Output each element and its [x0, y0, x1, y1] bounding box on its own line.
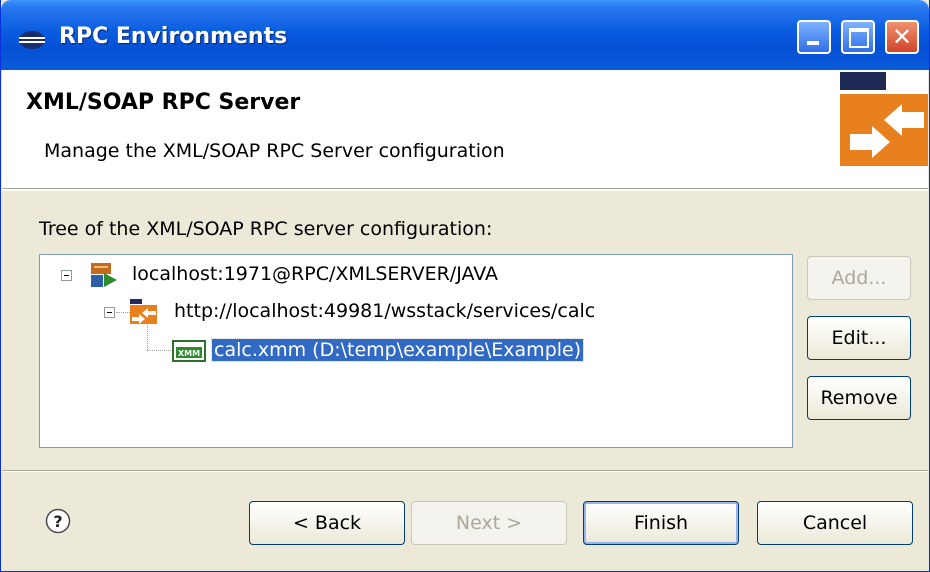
next-button[interactable]: Next > — [411, 501, 567, 545]
tree-node-xmm-file[interactable]: calc.xmm (D:\temp\example\Example) — [210, 338, 585, 362]
tree-node-service[interactable]: http://localhost:49981/wsstack/services/… — [174, 300, 595, 322]
tree-label: Tree of the XML/SOAP RPC server configur… — [39, 218, 492, 240]
back-button[interactable]: < Back — [249, 501, 405, 545]
edit-button[interactable]: Edit... — [807, 316, 911, 360]
window-title: RPC Environments — [59, 24, 288, 49]
svg-text:?: ? — [53, 512, 62, 531]
server-icon — [91, 263, 117, 287]
rpc-service-icon — [130, 299, 157, 324]
tree-connector — [147, 325, 148, 350]
config-tree[interactable]: localhost:1971@RPC/XMLSERVER/JAVA http:/… — [39, 254, 793, 448]
cancel-button[interactable]: Cancel — [757, 501, 913, 545]
collapse-toggle-service[interactable] — [104, 307, 115, 318]
page-description: Manage the XML/SOAP RPC Server configura… — [44, 140, 505, 162]
tree-label-text: Tree of the XML/SOAP RPC server configur… — [39, 218, 493, 240]
eclipse-icon — [19, 31, 45, 49]
page-title: XML/SOAP RPC Server — [26, 90, 301, 115]
remove-button[interactable]: Remove — [807, 376, 911, 420]
minimize-button[interactable] — [797, 20, 831, 54]
add-button[interactable]: Add... — [807, 256, 911, 300]
finish-button[interactable]: Finish — [583, 501, 739, 545]
close-icon: ✕ — [891, 23, 913, 51]
title-bar[interactable]: RPC Environments ✕ — [1, 0, 929, 70]
footer-separator-highlight — [2, 471, 928, 472]
close-button[interactable]: ✕ — [885, 20, 919, 54]
maximize-button[interactable] — [841, 20, 875, 54]
collapse-toggle-server[interactable] — [61, 270, 72, 281]
help-icon[interactable]: ? — [45, 508, 71, 534]
svg-text:XMM: XMM — [178, 349, 200, 358]
wizard-header: XML/SOAP RPC Server Manage the XML/SOAP … — [2, 70, 928, 189]
tree-node-server[interactable]: localhost:1971@RPC/XMLSERVER/JAVA — [132, 263, 498, 285]
tree-connector — [147, 350, 171, 351]
header-separator — [2, 189, 928, 191]
tree-connector — [116, 312, 130, 313]
rpc-environments-dialog: RPC Environments ✕ XML/SOAP RPC Server M… — [0, 0, 930, 572]
rpc-exchange-icon — [840, 72, 928, 166]
xmm-file-icon: XMM — [172, 340, 206, 362]
